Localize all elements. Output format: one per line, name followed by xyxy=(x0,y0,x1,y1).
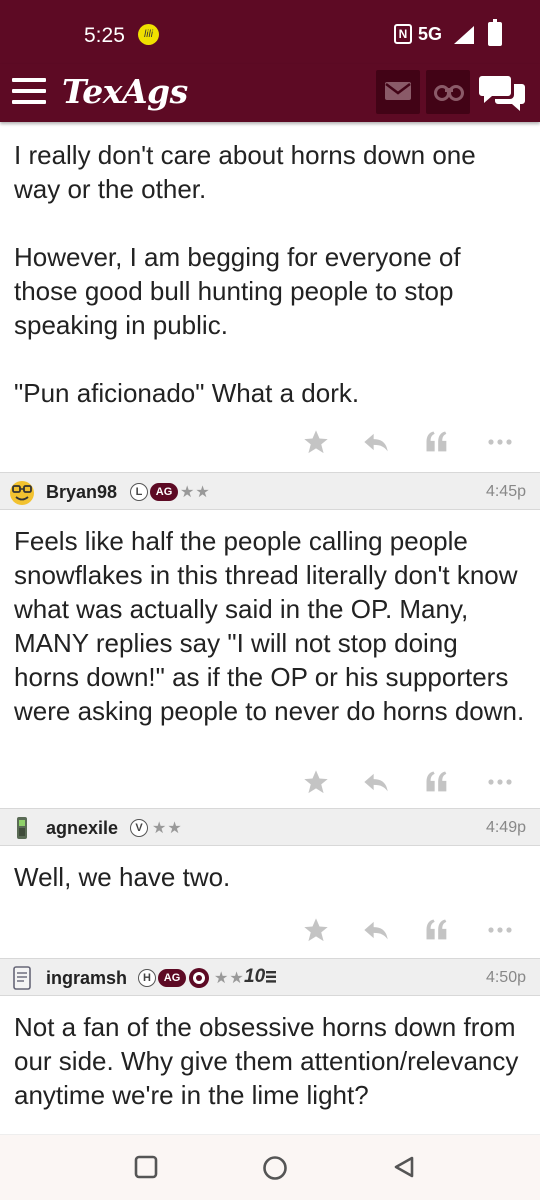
post-body: I really don't care about horns down one… xyxy=(0,122,540,410)
reply-icon[interactable] xyxy=(362,768,390,796)
post-time[interactable]: 4:50p xyxy=(486,969,526,987)
avatar[interactable] xyxy=(8,814,36,842)
reply-icon[interactable] xyxy=(362,916,390,944)
star-icon[interactable] xyxy=(302,916,330,944)
status-bar: 5:25 lili N 5G xyxy=(0,0,540,64)
mail-icon xyxy=(385,82,411,100)
team-logo-icon xyxy=(189,968,209,988)
watchlist-button[interactable] xyxy=(426,70,470,114)
user-stars: ★★ xyxy=(180,484,211,501)
user-badge: L xyxy=(130,483,148,501)
reply-icon[interactable] xyxy=(362,428,390,456)
user-stars: ★★ xyxy=(214,970,245,987)
star-icon[interactable] xyxy=(302,768,330,796)
post-actions xyxy=(0,894,540,958)
recents-icon[interactable] xyxy=(134,1155,158,1179)
user-stars: ★★ xyxy=(152,820,183,837)
post-body: Feels like half the people calling peopl… xyxy=(0,510,540,728)
post-actions xyxy=(0,410,540,472)
post: ingramsh H AG ★★ 10 4:50p Not a fan of t… xyxy=(0,958,540,1112)
post-paragraph: Feels like half the people calling peopl… xyxy=(14,526,525,726)
ten-year-stripes-icon xyxy=(266,971,276,983)
post: Bryan98 L AG ★★ 4:45p Feels like half th… xyxy=(0,472,540,808)
post: I really don't care about horns down one… xyxy=(0,122,540,472)
avatar[interactable] xyxy=(8,964,36,992)
back-icon[interactable] xyxy=(392,1155,416,1179)
user-badge: H xyxy=(138,969,156,987)
ten-year-badge: 10 xyxy=(244,966,266,987)
lili-app-icon: lili xyxy=(138,24,159,45)
status-time: 5:25 xyxy=(84,24,125,47)
quote-icon[interactable] xyxy=(423,916,451,944)
post-paragraph: Not a fan of the obsessive horns down fr… xyxy=(14,1012,519,1110)
user-badge: V xyxy=(130,819,148,837)
star-icon[interactable] xyxy=(302,428,330,456)
app-header: TexAgs xyxy=(0,64,540,122)
quote-icon[interactable] xyxy=(423,768,451,796)
post-time[interactable]: 4:49p xyxy=(486,819,526,837)
more-icon[interactable] xyxy=(486,916,514,944)
post-time[interactable]: 4:45p xyxy=(486,483,526,501)
binoculars-icon xyxy=(434,85,464,101)
more-icon[interactable] xyxy=(486,428,514,456)
user-badge: AG xyxy=(150,483,178,501)
post-paragraph: "Pun aficionado" What a dork. xyxy=(14,378,360,408)
username[interactable]: ingramsh xyxy=(46,968,127,989)
menu-icon[interactable] xyxy=(12,78,46,106)
nfc-icon: N xyxy=(394,24,412,44)
battery-icon xyxy=(488,19,502,46)
username[interactable]: Bryan98 xyxy=(46,482,117,503)
messages-button[interactable] xyxy=(376,70,420,114)
post-meta: agnexile V ★★ 4:49p xyxy=(0,808,540,846)
app-logo[interactable]: TexAgs xyxy=(62,72,188,111)
network-type: 5G xyxy=(418,24,443,44)
post: agnexile V ★★ 4:49p Well, we have two. xyxy=(0,808,540,958)
system-nav-bar xyxy=(0,1134,540,1200)
thread-feed: I really don't care about horns down one… xyxy=(0,122,540,1112)
more-icon[interactable] xyxy=(486,768,514,796)
post-meta: Bryan98 L AG ★★ 4:45p xyxy=(0,472,540,510)
post-meta: ingramsh H AG ★★ 10 4:50p xyxy=(0,958,540,996)
post-body: Not a fan of the obsessive horns down fr… xyxy=(0,996,540,1112)
avatar[interactable] xyxy=(8,478,36,506)
post-actions xyxy=(0,728,540,808)
quote-icon[interactable] xyxy=(423,428,451,456)
user-badge: AG xyxy=(158,969,186,987)
home-icon[interactable] xyxy=(262,1155,288,1181)
username[interactable]: agnexile xyxy=(46,818,118,839)
signal-icon xyxy=(454,26,474,44)
post-paragraph: Well, we have two. xyxy=(14,862,231,892)
chat-icon[interactable] xyxy=(478,70,528,114)
post-paragraph: However, I am begging for everyone of th… xyxy=(14,242,461,340)
post-body: Well, we have two. xyxy=(0,846,540,894)
post-paragraph: I really don't care about horns down one… xyxy=(14,140,476,204)
